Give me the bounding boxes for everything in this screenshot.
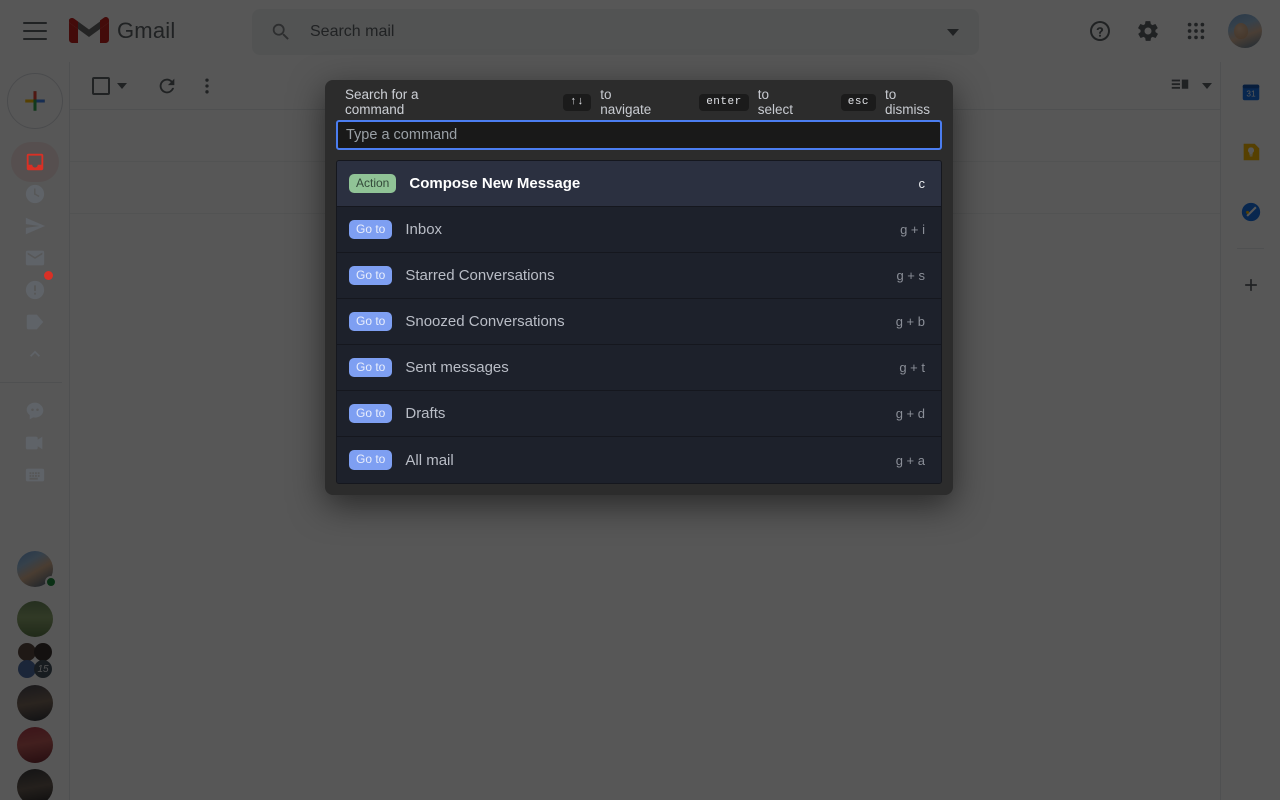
command-result-row[interactable]: Go to Snoozed Conversations g + b xyxy=(337,299,941,345)
command-palette-dialog: Search for a command ↑↓ to navigate ente… xyxy=(325,80,953,495)
command-result-shortcut: g + t xyxy=(899,360,925,375)
kbd-enter: enter xyxy=(699,94,749,111)
command-result-label: All mail xyxy=(405,452,453,469)
hint-navigate-text: to navigate xyxy=(600,87,663,117)
command-result-label: Inbox xyxy=(405,221,442,238)
command-result-shortcut: g + s xyxy=(896,268,925,283)
command-results-list: Action Compose New Message c Go to Inbox g + … xyxy=(336,160,942,484)
command-result-row[interactable]: Go to Sent messages g + t xyxy=(337,345,941,391)
hint-dismiss-text: to dismiss xyxy=(885,87,942,117)
command-input[interactable] xyxy=(336,120,942,150)
command-result-label: Sent messages xyxy=(405,359,508,376)
command-result-label: Compose New Message xyxy=(409,175,580,192)
hint-dismiss: esc to dismiss xyxy=(841,87,942,117)
kbd-esc: esc xyxy=(841,94,876,111)
hint-select-text: to select xyxy=(758,87,805,117)
command-result-row[interactable]: Go to Drafts g + d xyxy=(337,391,941,437)
palette-title: Search for a command xyxy=(345,87,478,117)
command-result-label: Snoozed Conversations xyxy=(405,313,564,330)
goto-badge: Go to xyxy=(349,358,392,378)
command-result-row[interactable]: Go to Starred Conversations g + s xyxy=(337,253,941,299)
command-input-wrap xyxy=(336,120,942,150)
action-badge: Action xyxy=(349,174,396,194)
command-result-label: Drafts xyxy=(405,405,445,422)
goto-badge: Go to xyxy=(349,312,392,332)
command-result-shortcut: g + i xyxy=(900,222,925,237)
palette-hints: Search for a command ↑↓ to navigate ente… xyxy=(336,89,942,115)
goto-badge: Go to xyxy=(349,266,392,286)
goto-badge: Go to xyxy=(349,404,392,424)
goto-badge: Go to xyxy=(349,450,392,470)
command-result-row[interactable]: Go to All mail g + a xyxy=(337,437,941,483)
goto-badge: Go to xyxy=(349,220,392,240)
kbd-arrows: ↑↓ xyxy=(563,94,591,111)
hint-select: enter to select xyxy=(699,87,805,117)
screen: Gmail xyxy=(0,0,1280,800)
command-result-shortcut: g + b xyxy=(896,314,925,329)
command-result-row[interactable]: Action Compose New Message c xyxy=(337,161,941,207)
hint-navigate: ↑↓ to navigate xyxy=(563,87,663,117)
command-result-shortcut: c xyxy=(919,176,926,191)
command-result-label: Starred Conversations xyxy=(405,267,554,284)
command-result-shortcut: g + d xyxy=(896,406,925,421)
unread-dot-badge xyxy=(44,271,53,280)
command-result-shortcut: g + a xyxy=(896,453,925,468)
command-result-row[interactable]: Go to Inbox g + i xyxy=(337,207,941,253)
